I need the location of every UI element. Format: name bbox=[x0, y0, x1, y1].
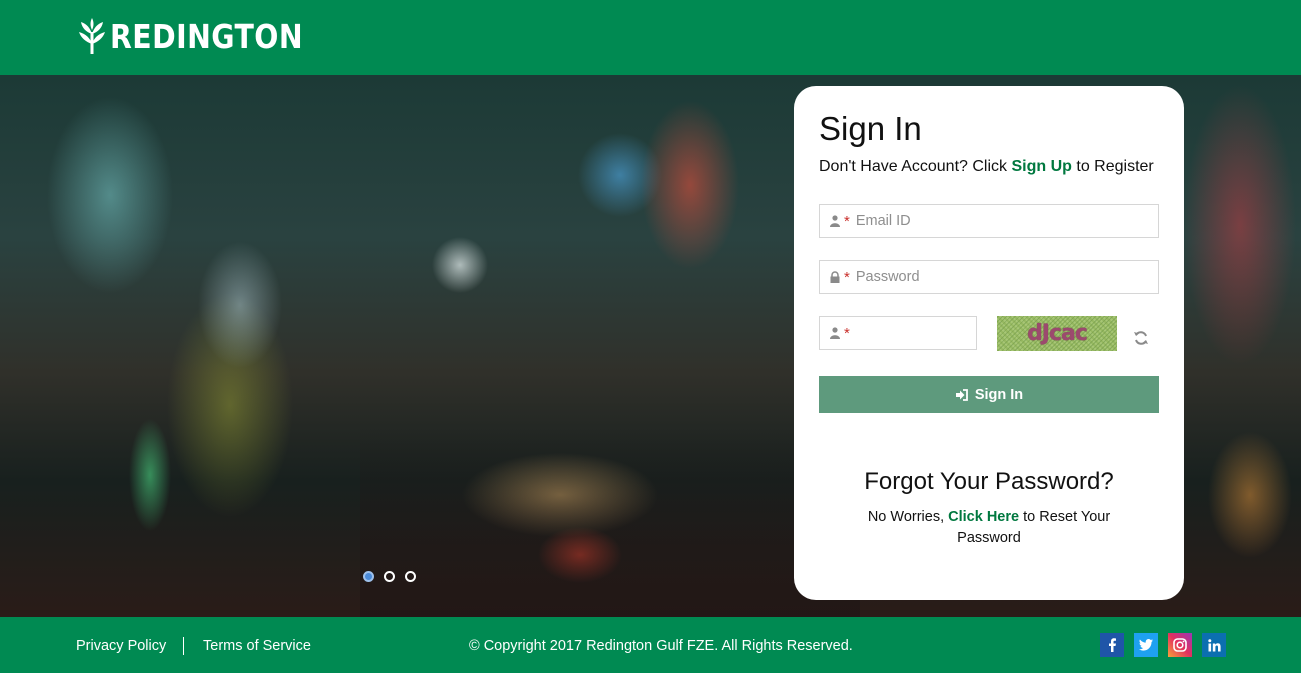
refresh-captcha-icon[interactable] bbox=[1133, 330, 1149, 346]
signin-title: Sign In bbox=[819, 110, 922, 147]
forgot-password-title: Forgot Your Password? bbox=[864, 468, 1114, 495]
instagram-glyph bbox=[1173, 638, 1187, 652]
password-field[interactable]: * Password bbox=[819, 260, 1159, 294]
signup-link[interactable]: Sign Up bbox=[1011, 158, 1071, 175]
email-placeholder: Email ID bbox=[855, 213, 911, 229]
instagram-icon[interactable] bbox=[1168, 633, 1192, 657]
facebook-icon[interactable] bbox=[1100, 633, 1124, 657]
carousel-dots bbox=[363, 571, 416, 582]
captcha-input[interactable]: * bbox=[819, 316, 977, 350]
terms-of-service-link[interactable]: Terms of Service bbox=[203, 638, 311, 654]
sign-in-icon bbox=[955, 388, 968, 401]
facebook-glyph bbox=[1109, 638, 1116, 652]
carousel-dot-2[interactable] bbox=[384, 571, 395, 582]
captcha-image: dJcac bbox=[997, 316, 1117, 351]
twitter-icon[interactable] bbox=[1134, 633, 1158, 657]
linkedin-icon[interactable] bbox=[1202, 633, 1226, 657]
copyright-text: © Copyright 2017 Redington Gulf FZE. All… bbox=[469, 638, 853, 654]
street-scene bbox=[360, 425, 860, 617]
carousel-dot-1[interactable] bbox=[363, 571, 374, 582]
signup-prompt-after: to Register bbox=[1071, 158, 1154, 175]
forgot-text-before: No Worries, bbox=[867, 509, 949, 525]
forgot-password-text: No Worries, Click Here to Reset Your Pas… bbox=[856, 507, 1122, 549]
logo-wordmark: REDINGTON bbox=[110, 17, 304, 56]
password-placeholder: Password bbox=[855, 269, 920, 285]
footer: Privacy Policy Terms of Service © Copyri… bbox=[0, 617, 1301, 673]
signin-button[interactable]: Sign In bbox=[819, 376, 1159, 413]
reset-password-link[interactable]: Click Here bbox=[948, 509, 1019, 525]
footer-divider bbox=[183, 637, 184, 655]
captcha-text: dJcac bbox=[1027, 321, 1088, 346]
required-asterisk: * bbox=[844, 324, 850, 342]
email-field[interactable]: * Email ID bbox=[819, 204, 1159, 238]
top-header: REDINGTON bbox=[0, 0, 1301, 75]
signin-button-label: Sign In bbox=[974, 386, 1024, 403]
user-icon bbox=[830, 327, 840, 339]
linkedin-glyph bbox=[1207, 638, 1221, 651]
lock-icon bbox=[830, 271, 840, 283]
signin-card: Sign In Don't Have Account? Click Sign U… bbox=[794, 86, 1184, 600]
signup-prompt-before: Don't Have Account? Click bbox=[819, 158, 1012, 175]
signup-prompt: Don't Have Account? Click Sign Up to Reg… bbox=[819, 158, 1154, 176]
redington-logo[interactable]: REDINGTON bbox=[78, 18, 334, 56]
carousel-dot-3[interactable] bbox=[405, 571, 416, 582]
privacy-policy-link[interactable]: Privacy Policy bbox=[76, 638, 166, 654]
required-asterisk: * bbox=[844, 212, 850, 230]
twitter-glyph bbox=[1139, 639, 1153, 651]
user-icon bbox=[830, 215, 840, 227]
required-asterisk: * bbox=[844, 268, 850, 286]
leaf-logo-icon bbox=[79, 18, 105, 54]
